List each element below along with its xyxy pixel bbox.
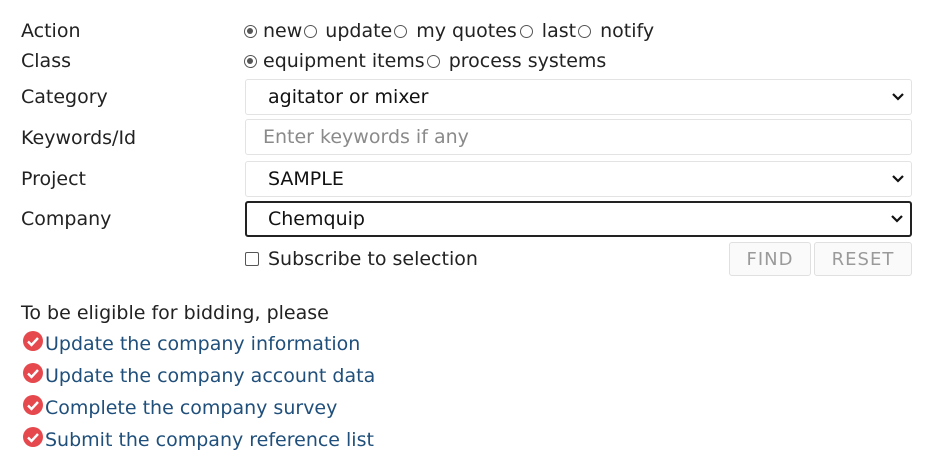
- project-label: Project: [21, 168, 87, 190]
- eligibility-link-reference-list[interactable]: Submit the company reference list: [22, 427, 374, 451]
- action-radio-my-quotes[interactable]: my quotes: [392, 20, 517, 42]
- action-radio-update[interactable]: update: [302, 20, 392, 42]
- class-radio-label: process systems: [448, 50, 607, 72]
- radio-icon[interactable]: [578, 24, 592, 38]
- action-radio-label: new: [263, 20, 303, 42]
- keywords-label: Keywords/Id: [21, 127, 137, 149]
- company-selected-value: Chemquip: [268, 208, 365, 230]
- link-text[interactable]: Update the company information: [45, 333, 360, 355]
- chevron-down-icon: [892, 93, 904, 101]
- class-radio-equipment-items[interactable]: equipment items: [244, 50, 425, 72]
- radio-icon[interactable]: [426, 54, 440, 68]
- class-radio-process-systems[interactable]: process systems: [425, 50, 607, 72]
- link-text[interactable]: Update the company account data: [45, 365, 375, 387]
- chevron-down-icon: [891, 215, 903, 223]
- top-right-cutoff-text: [880, 0, 940, 4]
- action-radio-notify[interactable]: notify: [576, 20, 654, 42]
- project-selected-value: SAMPLE: [268, 168, 344, 190]
- radio-selected-icon[interactable]: [244, 54, 257, 68]
- action-radio-group: new update my quotes last notify: [244, 20, 654, 42]
- category-select[interactable]: agitator or mixer: [245, 79, 912, 115]
- action-radio-label: notify: [600, 20, 655, 42]
- company-select[interactable]: Chemquip: [245, 201, 912, 237]
- link-text[interactable]: Submit the company reference list: [45, 429, 374, 451]
- action-radio-label: last: [541, 20, 577, 42]
- checkbox-icon[interactable]: [245, 252, 259, 266]
- subscribe-checkbox[interactable]: Subscribe to selection: [245, 248, 478, 270]
- action-radio-last[interactable]: last: [517, 20, 576, 42]
- check-badge-icon: [23, 363, 43, 383]
- category-selected-value: agitator or mixer: [268, 86, 429, 108]
- eligibility-link-company-survey[interactable]: Complete the company survey: [22, 395, 337, 419]
- subscribe-label: Subscribe to selection: [268, 248, 478, 270]
- keywords-placeholder: Enter keywords if any: [263, 126, 469, 148]
- category-label: Category: [21, 86, 108, 108]
- check-badge-icon: [23, 427, 43, 447]
- eligibility-intro: To be eligible for bidding, please: [21, 302, 329, 324]
- company-label: Company: [21, 208, 112, 230]
- eligibility-link-account-data[interactable]: Update the company account data: [22, 363, 375, 387]
- radio-icon[interactable]: [304, 24, 318, 38]
- keywords-input[interactable]: Enter keywords if any: [245, 119, 912, 155]
- find-button[interactable]: FIND: [729, 242, 811, 276]
- action-radio-new[interactable]: new: [244, 20, 302, 42]
- radio-selected-icon[interactable]: [244, 24, 257, 38]
- project-select[interactable]: SAMPLE: [245, 161, 912, 197]
- action-radio-label: update: [325, 20, 393, 42]
- class-label: Class: [21, 50, 71, 72]
- class-radio-group: equipment items process systems: [244, 50, 606, 72]
- radio-icon[interactable]: [519, 24, 533, 38]
- reset-button[interactable]: RESET: [814, 242, 912, 276]
- eligibility-link-company-information[interactable]: Update the company information: [22, 331, 360, 355]
- link-text[interactable]: Complete the company survey: [45, 397, 337, 419]
- chevron-down-icon: [892, 175, 904, 183]
- radio-icon[interactable]: [394, 24, 408, 38]
- check-badge-icon: [23, 331, 43, 351]
- check-badge-icon: [23, 395, 43, 415]
- action-label: Action: [21, 20, 81, 42]
- action-radio-label: my quotes: [416, 20, 517, 42]
- class-radio-label: equipment items: [263, 50, 425, 72]
